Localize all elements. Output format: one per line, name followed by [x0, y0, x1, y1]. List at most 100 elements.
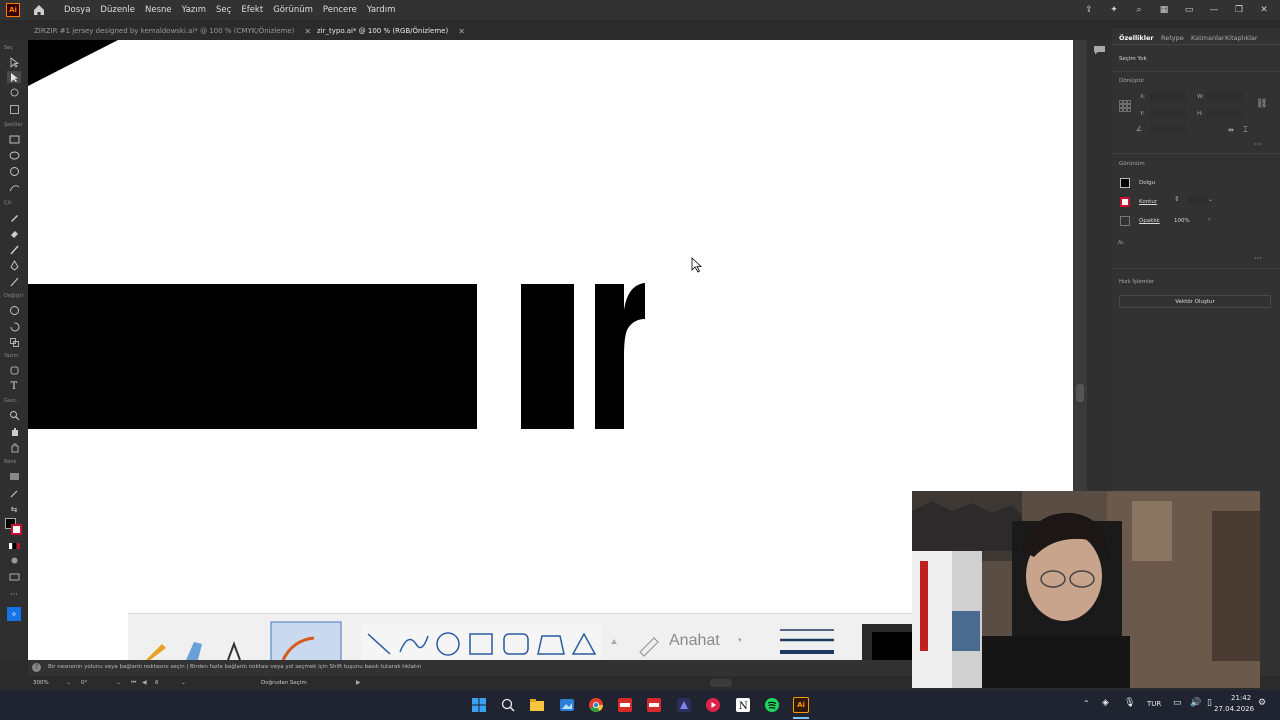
pen-tool-icon[interactable]	[7, 259, 21, 271]
shape-builder-tool-icon[interactable]	[7, 181, 21, 193]
close-icon[interactable]: ✕	[1258, 4, 1270, 16]
ellipse-tool-icon[interactable]	[7, 149, 21, 161]
polygon-tool-icon[interactable]	[7, 165, 21, 177]
volume-icon[interactable]: 🔊	[1190, 698, 1201, 708]
direct-selection-tool-icon[interactable]	[7, 71, 21, 83]
stroke-label[interactable]: Kontur	[1139, 199, 1157, 205]
microphone-tray-icon[interactable]: 🎙	[1124, 698, 1135, 708]
chevron-down-icon[interactable]: ⌄	[116, 679, 121, 686]
chevron-right-icon[interactable]: ›	[1208, 216, 1216, 225]
more-tools-icon[interactable]: ···	[7, 588, 21, 600]
draw-mode-icon[interactable]	[7, 554, 21, 566]
outline-label[interactable]: Anahat	[669, 632, 720, 650]
rotation-value[interactable]: 0°	[81, 680, 87, 686]
scroll-thumb[interactable]	[1076, 384, 1084, 402]
vectorize-button[interactable]: Vektör Oluştur	[1119, 295, 1271, 308]
type-tool-icon[interactable]: T	[7, 380, 21, 392]
letter-dotless-i[interactable]	[521, 284, 574, 429]
menu-file[interactable]: Dosya	[64, 5, 90, 15]
search-taskbar-icon[interactable]	[500, 697, 516, 713]
comments-icon[interactable]	[1093, 40, 1106, 55]
more-options-icon[interactable]: ···	[1254, 140, 1262, 149]
workspace-icon[interactable]: ▦	[1158, 4, 1170, 16]
chrome-icon[interactable]	[588, 697, 604, 713]
pencil-tool-icon[interactable]	[7, 211, 21, 223]
color-mode-icon[interactable]	[7, 540, 21, 552]
close-tab-icon[interactable]: ✕	[458, 27, 465, 36]
menu-edit[interactable]: Düzenle	[100, 5, 135, 15]
chevron-up-icon[interactable]	[611, 639, 617, 644]
chevron-down-icon[interactable]: ⌄	[66, 679, 71, 686]
fx-icon[interactable]: fx.	[1118, 240, 1125, 246]
blend-tool-icon[interactable]	[7, 336, 21, 348]
curvature-tool-icon[interactable]	[7, 275, 21, 287]
generative-ai-icon[interactable]: ✧	[7, 607, 21, 621]
play-icon[interactable]: ▶	[356, 679, 361, 686]
stroke-weight-field[interactable]	[1188, 196, 1208, 205]
media-player-icon[interactable]	[705, 697, 721, 713]
w-field[interactable]	[1207, 92, 1243, 101]
help-icon[interactable]: ?	[32, 663, 41, 672]
zoom-level[interactable]: 300%	[33, 680, 49, 686]
network-icon[interactable]: ▭	[1173, 698, 1182, 708]
black-swatch-shelf[interactable]	[872, 632, 912, 660]
angle-field[interactable]	[1150, 125, 1186, 134]
discover-icon[interactable]: ✦	[1108, 4, 1120, 16]
input-language[interactable]: TUR	[1147, 700, 1161, 708]
start-button-icon[interactable]	[471, 697, 487, 713]
h-field[interactable]	[1207, 109, 1243, 118]
fill-label[interactable]: Dolgu	[1139, 180, 1155, 186]
screen-mode-icon[interactable]	[7, 570, 21, 582]
stroke-color-swatch[interactable]	[1120, 197, 1130, 207]
flip-vertical-icon[interactable]: ⌶	[1243, 125, 1252, 134]
width-tool-icon[interactable]	[7, 304, 21, 316]
menu-view[interactable]: Görünüm	[273, 5, 313, 15]
illustrator-taskbar-icon[interactable]: Ai	[793, 697, 809, 713]
stroke-swatch[interactable]	[11, 524, 22, 535]
tab-properties[interactable]: Özellikler	[1119, 34, 1154, 42]
tab-retype[interactable]: Retype	[1161, 34, 1184, 42]
restore-icon[interactable]: ❐	[1233, 4, 1245, 16]
notion-icon[interactable]: N	[735, 697, 751, 713]
black-bar-shape[interactable]	[28, 284, 477, 429]
constrain-proportions-icon[interactable]: ⛓	[1256, 99, 1267, 111]
eyedropper-tool-icon[interactable]	[7, 486, 21, 498]
first-artboard-icon[interactable]: ⏮	[131, 679, 136, 687]
corner-shape[interactable]	[28, 40, 118, 86]
speech-app-icon[interactable]	[617, 697, 633, 713]
letter-r[interactable]	[595, 283, 645, 429]
clock-time[interactable]: 21:42	[1231, 694, 1251, 702]
x-field[interactable]	[1150, 92, 1186, 101]
battery-icon[interactable]: ▯	[1207, 698, 1212, 708]
flip-horizontal-icon[interactable]: ⇹	[1228, 126, 1237, 135]
y-field[interactable]	[1150, 109, 1186, 118]
photos-app-icon[interactable]	[559, 697, 575, 713]
chevron-down-icon[interactable]: ▾	[738, 636, 742, 644]
arrange-icon[interactable]: ▭	[1183, 4, 1195, 16]
type-shelf-icon[interactable]	[227, 641, 241, 660]
notifications-icon[interactable]: ⚙	[1258, 698, 1266, 708]
menu-window[interactable]: Pencere	[323, 5, 357, 15]
chevron-down-icon[interactable]: ⌄	[181, 679, 186, 686]
selection-tool-icon[interactable]	[7, 56, 21, 68]
opacity-value[interactable]: 100%	[1174, 218, 1190, 224]
tray-overflow-icon[interactable]: ⌃	[1083, 699, 1090, 708]
fill-color-swatch[interactable]	[1120, 178, 1130, 188]
artboard-number[interactable]: 6	[155, 680, 159, 686]
tab-zirzir-jersey[interactable]: ZIRZIR #1 jersey designed by kemaldowski…	[34, 22, 311, 40]
tab-zir-typo[interactable]: zir_typo.ai* @ 100 % (RGB/Önizleme) ✕	[317, 22, 465, 40]
brush-tool-icon[interactable]	[7, 243, 21, 255]
tab-libraries[interactable]: Kitaplıklar	[1225, 34, 1258, 42]
menu-select[interactable]: Seç	[216, 5, 231, 15]
reference-point-icon[interactable]	[1119, 97, 1131, 112]
chevron-down-icon[interactable]: ⌄	[1208, 196, 1216, 205]
outline-pen-icon[interactable]	[639, 637, 659, 657]
rectangle-tool-icon[interactable]	[7, 133, 21, 145]
gradient-tool-icon[interactable]	[7, 470, 21, 482]
tab-layers[interactable]: Katmanlar	[1191, 34, 1225, 42]
print-tiling-tool-icon[interactable]	[7, 441, 21, 453]
previous-artboard-icon[interactable]: ◀	[142, 679, 147, 686]
menu-object[interactable]: Nesne	[145, 5, 172, 15]
speech-app-2-icon[interactable]	[646, 697, 662, 713]
discord-tray-icon[interactable]: ◈	[1102, 698, 1109, 708]
